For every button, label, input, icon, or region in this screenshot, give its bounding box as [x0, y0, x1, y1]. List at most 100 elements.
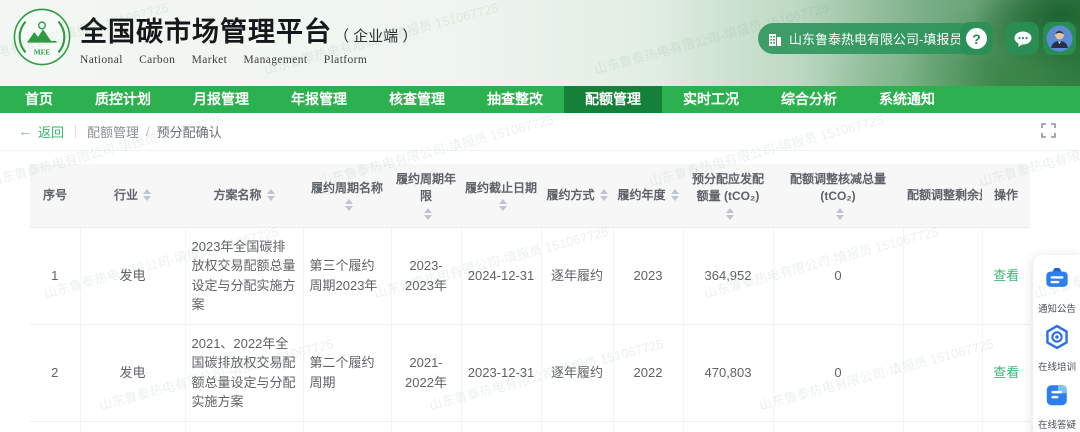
main-content: ← 返回 配额管理 / 预分配确认 序号行业方案名称履约周期名称履约周期年限履约… [0, 113, 1080, 432]
column-header-adjust-remain: 配额调整剩余量 [903, 164, 982, 227]
nav-item-notice[interactable]: 系统通知 [858, 86, 956, 113]
nav-item-analysis[interactable]: 综合分析 [760, 86, 858, 113]
cell-year: 2023 [613, 227, 683, 324]
cell-industry: 发电 [80, 227, 185, 324]
cell-deadline: 2023-12-31 [461, 324, 541, 421]
cell-scheme-name: 2023年全国碳排放权交易配额总量设定与分配实施方案 [185, 227, 303, 324]
cell-adjust-remain [903, 421, 982, 432]
back-arrow-icon[interactable]: ← [18, 123, 33, 140]
cell-cycle-name: 第二个履约周期 [303, 421, 391, 432]
column-header-industry[interactable]: 行业 [80, 164, 185, 227]
column-label: 履约截止日期 [465, 180, 537, 197]
nav-item-realtime[interactable]: 实时工况 [662, 86, 760, 113]
training-icon [1044, 324, 1070, 355]
cell-adjust-deduct: 0 [773, 227, 903, 324]
sort-caret-icon[interactable] [424, 208, 432, 220]
toolbar-item-qa[interactable]: 在线答疑 [1037, 382, 1077, 431]
cell-method: 逐年履约 [541, 227, 613, 324]
column-label: 履约周期名称 [311, 180, 383, 197]
column-header-cycle-name[interactable]: 履约周期名称 [303, 164, 391, 227]
sort-caret-icon[interactable] [499, 199, 507, 211]
column-header-deadline[interactable]: 履约截止日期 [461, 164, 541, 227]
cell-index: 1 [30, 227, 80, 324]
column-header-scheme-name[interactable]: 方案名称 [185, 164, 303, 227]
column-label: 序号 [43, 187, 67, 204]
cell-action: 查看 [982, 421, 1030, 432]
sort-caret-icon[interactable] [267, 189, 275, 201]
column-header-method[interactable]: 履约方式 [541, 164, 613, 227]
nav-item-annual-report[interactable]: 年报管理 [270, 86, 368, 113]
side-toolbar: 通知公告在线培训在线答疑问题上报 [1033, 255, 1080, 432]
app-title-suffix: （ 企业端 ） [334, 25, 417, 46]
sort-caret-icon[interactable] [726, 208, 734, 220]
nav-item-home[interactable]: 首页 [4, 86, 74, 113]
cell-scheme-name: 2021、2022年全国碳排放权交易配额总量设定与分配实施方案 [185, 421, 303, 432]
sort-caret-icon[interactable] [143, 189, 151, 201]
sort-caret-icon[interactable] [600, 189, 608, 201]
sort-caret-icon[interactable] [671, 189, 679, 201]
column-header-cycle-years[interactable]: 履约周期年限 [391, 164, 461, 227]
table-row: 1发电2023年全国碳排放权交易配额总量设定与分配实施方案第三个履约周期2023… [30, 227, 1030, 324]
column-header-year[interactable]: 履约年度 [613, 164, 683, 227]
fullscreen-icon[interactable] [1041, 123, 1056, 138]
building-icon [768, 31, 782, 47]
column-header-adjust-deduct[interactable]: 配额调整核减总量 (tCO₂) [773, 164, 903, 227]
cell-pre-allocated: 470,803 [683, 421, 773, 432]
table-row: 3发电2021、2022年全国碳排放权交易配额总量设定与分配实施方案第二个履约周… [30, 421, 1030, 432]
table-body: 1发电2023年全国碳排放权交易配额总量设定与分配实施方案第三个履约周期2023… [30, 227, 1030, 432]
column-label: 配额调整剩余量 [907, 187, 982, 204]
svg-text:MEE: MEE [34, 48, 51, 56]
message-button[interactable] [1006, 22, 1039, 55]
avatar-icon [1046, 25, 1073, 52]
app-title: 全国碳市场管理平台 [80, 10, 332, 49]
qa-icon [1044, 382, 1070, 413]
cell-index: 3 [30, 421, 80, 432]
column-label: 配额调整核减总量 (tCO₂) [777, 171, 899, 206]
cell-adjust-remain [903, 227, 982, 324]
cell-adjust-deduct: 0 [773, 324, 903, 421]
cell-cycle-years: 2021-2022年 [391, 421, 461, 432]
cell-action: 查看 [982, 324, 1030, 421]
org-badge[interactable]: 山东鲁泰热电有限公司-填报员 [758, 23, 976, 54]
toolbar-item-training[interactable]: 在线培训 [1037, 324, 1077, 373]
column-label: 预分配应发配额量 (tCO₂) [687, 171, 769, 206]
nav-item-monthly-report[interactable]: 月报管理 [172, 86, 270, 113]
breadcrumb-item-quota[interactable]: 配额管理 [87, 122, 139, 141]
quota-table: 序号行业 方案名称 履约周期名称履约周期年限履约截止日期履约方式 履约年度预分配应发配… [30, 164, 1030, 432]
cell-industry: 发电 [80, 421, 185, 432]
help-icon: ? [966, 28, 987, 49]
cell-cycle-years: 2023-2023年 [391, 227, 461, 324]
cell-deadline: 2023-12-31 [461, 421, 541, 432]
sort-caret-icon[interactable] [345, 199, 353, 211]
breadcrumb-divider [75, 125, 76, 138]
nav-item-quota[interactable]: 配额管理 [564, 86, 662, 113]
cell-cycle-name: 第二个履约周期 [303, 324, 391, 421]
cell-action: 查看 [982, 227, 1030, 324]
column-header-index: 序号 [30, 164, 80, 227]
cell-deadline: 2024-12-31 [461, 227, 541, 324]
org-badge-label: 山东鲁泰热电有限公司-填报员 [789, 29, 962, 48]
view-link[interactable]: 查看 [993, 268, 1019, 283]
nav-item-verification[interactable]: 核查管理 [368, 86, 466, 113]
app-header: MEE 全国碳市场管理平台 （ 企业端 ） National Carbon Ma… [0, 0, 1080, 86]
user-avatar[interactable] [1043, 22, 1076, 55]
breadcrumb-separator: / [146, 124, 150, 139]
column-label: 方案名称 [213, 187, 261, 204]
cell-cycle-years: 2021-2022年 [391, 324, 461, 421]
cell-index: 2 [30, 324, 80, 421]
toolbar-item-label: 在线培训 [1038, 358, 1076, 372]
nav-item-spot-check[interactable]: 抽查整改 [466, 86, 564, 113]
help-button[interactable]: ? [960, 22, 993, 55]
nav-item-qc-plan[interactable]: 质控计划 [74, 86, 172, 113]
toolbar-item-label: 在线答疑 [1038, 416, 1076, 430]
back-link[interactable]: 返回 [38, 122, 64, 141]
cell-cycle-name: 第三个履约周期2023年 [303, 227, 391, 324]
cell-adjust-remain [903, 324, 982, 421]
main-nav: 首页质控计划月报管理年报管理核查管理抽查整改配额管理实时工况综合分析系统通知 [0, 86, 1080, 113]
sort-caret-icon[interactable] [836, 208, 844, 220]
toolbar-item-announcement[interactable]: 通知公告 [1037, 266, 1077, 315]
column-label: 履约方式 [546, 187, 594, 204]
column-header-pre-allocated[interactable]: 预分配应发配额量 (tCO₂) [683, 164, 773, 227]
view-link[interactable]: 查看 [993, 365, 1019, 380]
breadcrumb: ← 返回 配额管理 / 预分配确认 [0, 113, 1080, 151]
